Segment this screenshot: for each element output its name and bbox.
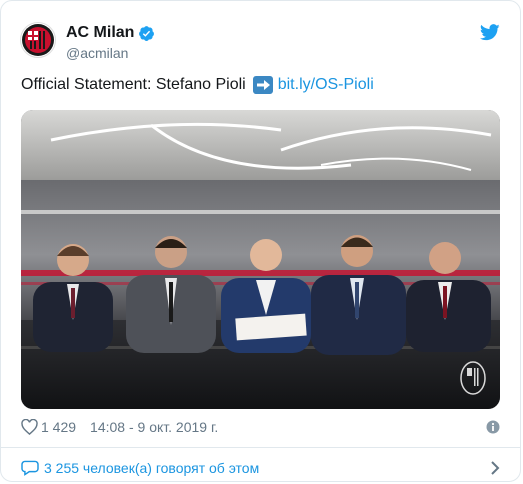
speech-bubble-icon [21, 460, 39, 476]
people-talking-label[interactable]: 3 255 человек(а) говорят об этом [44, 460, 259, 476]
ac-milan-crest-icon [22, 24, 54, 56]
author-name[interactable]: AC Milan [66, 24, 134, 42]
conversation-link[interactable]: 3 255 человек(а) говорят об этом [21, 460, 259, 476]
tweet-link[interactable]: bit.ly/OS-Pioli [278, 76, 374, 94]
avatar[interactable] [20, 22, 56, 58]
verified-badge-icon [139, 25, 155, 41]
tweet-photo[interactable] [21, 110, 500, 409]
tweet-card: AC Milan @acmilan Official Statement: St… [0, 0, 521, 482]
author-row: AC Milan [66, 24, 155, 42]
tweet-timestamp[interactable]: 14:08 - 9 окт. 2019 г. [90, 419, 218, 435]
info-icon[interactable] [486, 420, 500, 434]
tweet-meta: 1 429 14:08 - 9 окт. 2019 г. [21, 419, 218, 435]
signing-photo-image [21, 110, 500, 409]
tweet-text: Official Statement: Stefano Pioli bit.ly… [21, 76, 374, 94]
tweet-text-body: Official Statement: Stefano Pioli [21, 76, 246, 93]
chevron-right-icon[interactable] [490, 461, 500, 475]
like-count[interactable]: 1 429 [41, 419, 76, 435]
twitter-bird-icon[interactable] [480, 24, 500, 41]
right-arrow-emoji-icon [252, 76, 273, 94]
divider [1, 447, 520, 448]
author-handle[interactable]: @acmilan [66, 45, 128, 61]
heart-icon[interactable] [21, 419, 38, 435]
